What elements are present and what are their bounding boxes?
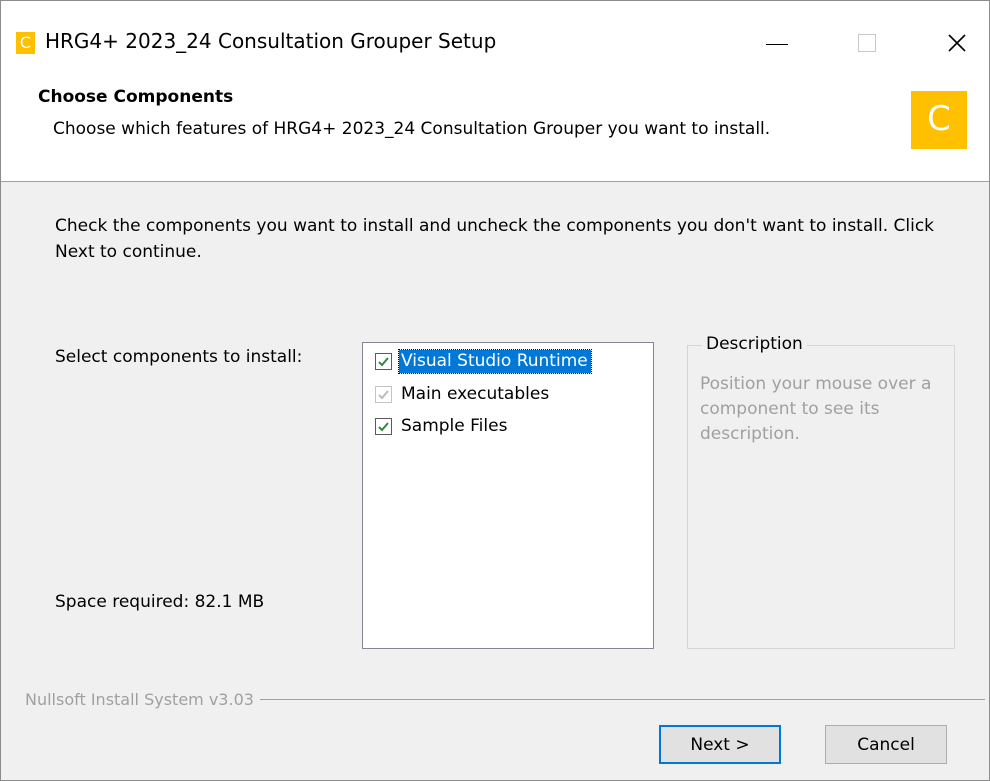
window-title: HRG4+ 2023_24 Consultation Grouper Setup <box>45 29 497 53</box>
cancel-button[interactable]: Cancel <box>825 725 947 764</box>
close-button[interactable] <box>927 21 987 65</box>
checkmark-icon <box>378 356 389 366</box>
page-title: Choose Components <box>38 87 234 107</box>
checkmark-icon <box>378 421 389 431</box>
title-bar[interactable]: C HRG4+ 2023_24 Consultation Grouper Set… <box>1 1 989 73</box>
maximize-button[interactable] <box>837 21 897 65</box>
page-header: Choose Components Choose which features … <box>1 73 989 182</box>
instruction-text: Check the components you want to install… <box>55 216 935 262</box>
description-legend: Description <box>702 334 807 354</box>
component-label: Main executables <box>401 383 550 404</box>
description-group: Description Position your mouse over a c… <box>687 334 955 649</box>
close-icon <box>948 34 966 52</box>
page-subtitle: Choose which features of HRG4+ 2023_24 C… <box>53 119 771 139</box>
checkbox-main-executables <box>375 385 392 403</box>
checkbox-visual-studio-runtime[interactable] <box>375 352 392 370</box>
app-icon: C <box>16 32 35 54</box>
installer-window: C HRG4+ 2023_24 Consultation Grouper Set… <box>0 0 990 781</box>
select-components-label: Select components to install: <box>55 347 303 367</box>
components-list[interactable]: Visual Studio Runtime Main executables S… <box>362 342 654 649</box>
divider-line <box>259 698 985 700</box>
installer-logo: C <box>911 91 967 149</box>
component-visual-studio-runtime[interactable]: Visual Studio Runtime <box>375 348 592 374</box>
maximize-icon <box>858 34 876 52</box>
description-text: Position your mouse over a component to … <box>700 374 932 444</box>
checkbox-sample-files[interactable] <box>375 417 392 435</box>
space-required-label: Space required: 82.1 MB <box>55 592 265 612</box>
minimize-button[interactable] <box>747 21 807 65</box>
minimize-icon <box>766 43 788 45</box>
next-button[interactable]: Next > <box>659 725 781 764</box>
component-label: Sample Files <box>401 415 508 436</box>
component-label: Visual Studio Runtime <box>398 348 592 374</box>
checkmark-icon <box>378 389 389 399</box>
branding-divider: Nullsoft Install System v3.03 <box>25 689 985 709</box>
branding-text: Nullsoft Install System v3.03 <box>25 689 254 709</box>
component-main-executables[interactable]: Main executables <box>375 381 552 407</box>
component-sample-files[interactable]: Sample Files <box>375 413 510 439</box>
